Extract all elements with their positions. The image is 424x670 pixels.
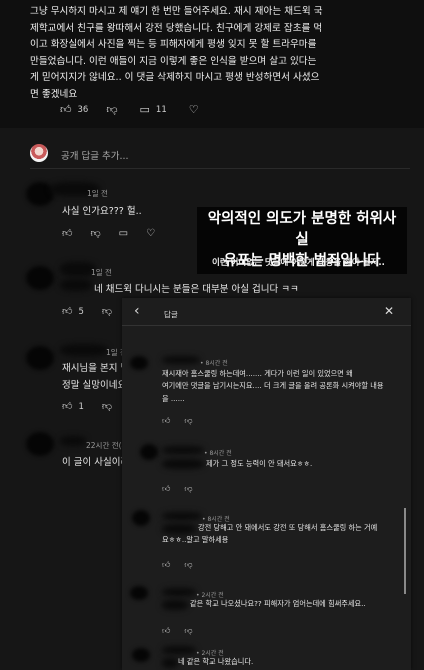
close-icon[interactable]: ✕ bbox=[384, 304, 394, 318]
reply-actions: 👍︎ 5 👎︎ bbox=[62, 307, 112, 318]
like-icon[interactable]: 👍︎ bbox=[60, 104, 72, 115]
like-icon[interactable]: 👍︎ bbox=[162, 560, 170, 570]
dislike-icon[interactable]: 👎︎ bbox=[184, 484, 192, 494]
heart-icon[interactable]: ♡ bbox=[146, 229, 155, 239]
reply-overlay: ‹ 답글 ✕ • 8시간 전 재시재아 홈스쿨링 하는데여....... 게다가… bbox=[122, 298, 411, 670]
reply-text: 사실 인가요??? 헐.. bbox=[62, 206, 142, 217]
top-comment-text: 그냥 무시하지 마시고 제 얘기 한 번만 들어주세요. 재시 재아는 채드윅 … bbox=[30, 4, 410, 104]
redacted-avatar bbox=[26, 346, 54, 370]
top-comment-actions: 👍︎ 36 👎︎ ▭ 11 ♡ bbox=[60, 104, 199, 115]
overlay-reply-text: 같은 학교 나오셨나요?? 피해자가 엄어는데에 힘써주세요.. bbox=[190, 599, 366, 608]
add-reply-input[interactable]: 공개 답글 추가... bbox=[61, 148, 129, 162]
like-count: 1 bbox=[78, 402, 84, 412]
redacted-mention bbox=[60, 279, 92, 291]
redacted-mention bbox=[162, 459, 204, 469]
redacted-username bbox=[162, 446, 204, 454]
comment-line: 만들었습니다. 이런 애들이 지금 이렇게 좋은 인식을 받으며 살고 있다는 bbox=[30, 55, 317, 67]
overlay-reply-text: 재시재아 홈스쿨링 하는데여....... 게다가 이런 일이 있었으면 왜 여… bbox=[162, 368, 407, 405]
overlay-timestamp: • 8시간 전 bbox=[204, 450, 232, 457]
comment-line: 면 좋겠네요 bbox=[30, 88, 78, 100]
reply-text: 네 채드윅 다니시는 분들은 대부분 아실 겁니다 ㅋㅋ bbox=[94, 284, 299, 295]
reply-text: 이 글이 사실이라 bbox=[62, 457, 122, 468]
reply-text: 재시님을 본지 별 정말 실망이네요 bbox=[62, 360, 122, 394]
reply-timestamp: 1일 전 bbox=[87, 189, 108, 198]
overlay-line: 여기에만 댓글을 남기시는지요.... 더 크게 글을 올려 공론화 시켜야할 … bbox=[162, 381, 384, 391]
reply-line: 정말 실망이네요 bbox=[62, 380, 122, 391]
like-icon[interactable]: 👍︎ bbox=[62, 307, 72, 317]
redacted-username bbox=[60, 436, 86, 446]
reply-icon[interactable]: ▭ bbox=[140, 104, 150, 115]
overlay-title: 답글 bbox=[164, 310, 178, 319]
divider bbox=[122, 325, 411, 326]
dislike-icon[interactable]: 👎︎ bbox=[102, 402, 112, 412]
overlay-line: 을 ...... bbox=[162, 393, 185, 403]
avatar bbox=[30, 144, 48, 162]
like-icon[interactable]: 👍︎ bbox=[162, 626, 170, 636]
redacted-avatar bbox=[132, 648, 150, 662]
redacted-avatar bbox=[26, 266, 54, 290]
redacted-username bbox=[60, 344, 108, 356]
dislike-icon[interactable]: 👎︎ bbox=[184, 416, 192, 426]
redacted-mention bbox=[162, 658, 178, 668]
overlay-line: 재시재아 홈스쿨링 하는데여....... 게다가 이런 일이 있었으면 왜 bbox=[162, 369, 353, 378]
like-count: 36 bbox=[77, 104, 89, 115]
overlay-line: 요ㅎㅎ..알고 말하세용 bbox=[162, 535, 229, 545]
redacted-username bbox=[162, 646, 196, 654]
caption-text: 이런 어이없는 댓글에 어떻게 대응을 해야 될지.. bbox=[212, 258, 385, 268]
scrollbar[interactable] bbox=[404, 508, 406, 594]
heart-icon[interactable]: ♡ bbox=[189, 104, 199, 115]
overlay-reply-text: 강전 당해고 안 돼에서도 강전 또 당해서 홈스쿨링 하는 거예 요ㅎㅎ..알… bbox=[162, 522, 407, 547]
comment-line: 게 믿어지지가 않네요.. 이 댓글 삭제하지 마시고 평생 반성하면서 사셨으 bbox=[30, 72, 320, 84]
dislike-icon[interactable]: 👎︎ bbox=[184, 626, 192, 636]
reply-line: 재시님을 본지 별 bbox=[62, 363, 122, 374]
divider bbox=[30, 168, 410, 169]
reply-timestamp: 22시간 전(수 bbox=[86, 441, 122, 450]
like-count: 5 bbox=[78, 307, 84, 317]
reply-count: 11 bbox=[155, 104, 167, 115]
comment-line: 이고 화장실에서 사진을 찍는 등 피해자에게 평생 잊지 못 할 트라우마를 bbox=[30, 39, 317, 51]
overlay-actions: 👍︎ 👎︎ bbox=[162, 416, 193, 426]
redacted-avatar bbox=[130, 586, 148, 600]
redacted-username bbox=[162, 588, 196, 596]
overlay-timestamp: • 8시간 전 bbox=[200, 360, 228, 367]
redacted-username bbox=[162, 512, 202, 520]
like-icon[interactable]: 👍︎ bbox=[62, 402, 72, 412]
redacted-avatar bbox=[132, 510, 150, 526]
dislike-icon[interactable]: 👎︎ bbox=[106, 104, 117, 115]
overlay-line: 강전 당해고 안 돼에서도 강전 또 당해서 홈스쿨링 하는 거예 bbox=[198, 523, 378, 532]
chevron-left-icon[interactable]: ‹ bbox=[134, 303, 140, 319]
redacted-avatar bbox=[26, 432, 54, 456]
reply-actions: 👍︎ 👎︎ ▭ ♡ bbox=[62, 229, 155, 239]
callout-line: 악의적인 의도가 분명한 허위사실 bbox=[207, 211, 397, 248]
overlay-actions: 👍︎ 👎︎ bbox=[162, 484, 193, 494]
comment-line: 제학교에서 친구를 왕따해서 강전 당했습니다. 친구에게 강제로 잡초를 먹 bbox=[30, 22, 323, 34]
like-icon[interactable]: 👍︎ bbox=[162, 416, 170, 426]
reply-actions: 👍︎ 1 👎︎ bbox=[62, 402, 112, 413]
reply-timestamp: 1일 전 bbox=[91, 268, 112, 277]
like-icon[interactable]: 👍︎ bbox=[62, 229, 72, 239]
overlay-actions: 👍︎ 👎︎ bbox=[162, 560, 193, 570]
dislike-icon[interactable]: 👎︎ bbox=[184, 560, 192, 570]
like-icon[interactable]: 👍︎ bbox=[162, 484, 170, 494]
overlay-actions: 👍︎ 👎︎ bbox=[162, 626, 193, 636]
dislike-icon[interactable]: 👎︎ bbox=[90, 229, 100, 239]
comment-line: 그냥 무시하지 마시고 제 얘기 한 번만 들어주세요. 재시 재아는 채드윅 … bbox=[30, 6, 323, 17]
overlay-reply-text: 제가 그 정도 능력이 안 돼서요ㅎㅎ. bbox=[206, 459, 313, 468]
redacted-avatar bbox=[130, 356, 148, 370]
dislike-icon[interactable]: 👎︎ bbox=[102, 307, 112, 317]
redacted-avatar bbox=[140, 444, 158, 460]
redacted-username bbox=[162, 356, 200, 364]
reply-icon[interactable]: ▭ bbox=[119, 229, 128, 239]
overlay-reply-text: 네 같은 학교 나왔습니다. bbox=[178, 657, 254, 666]
redacted-mention bbox=[162, 600, 188, 610]
